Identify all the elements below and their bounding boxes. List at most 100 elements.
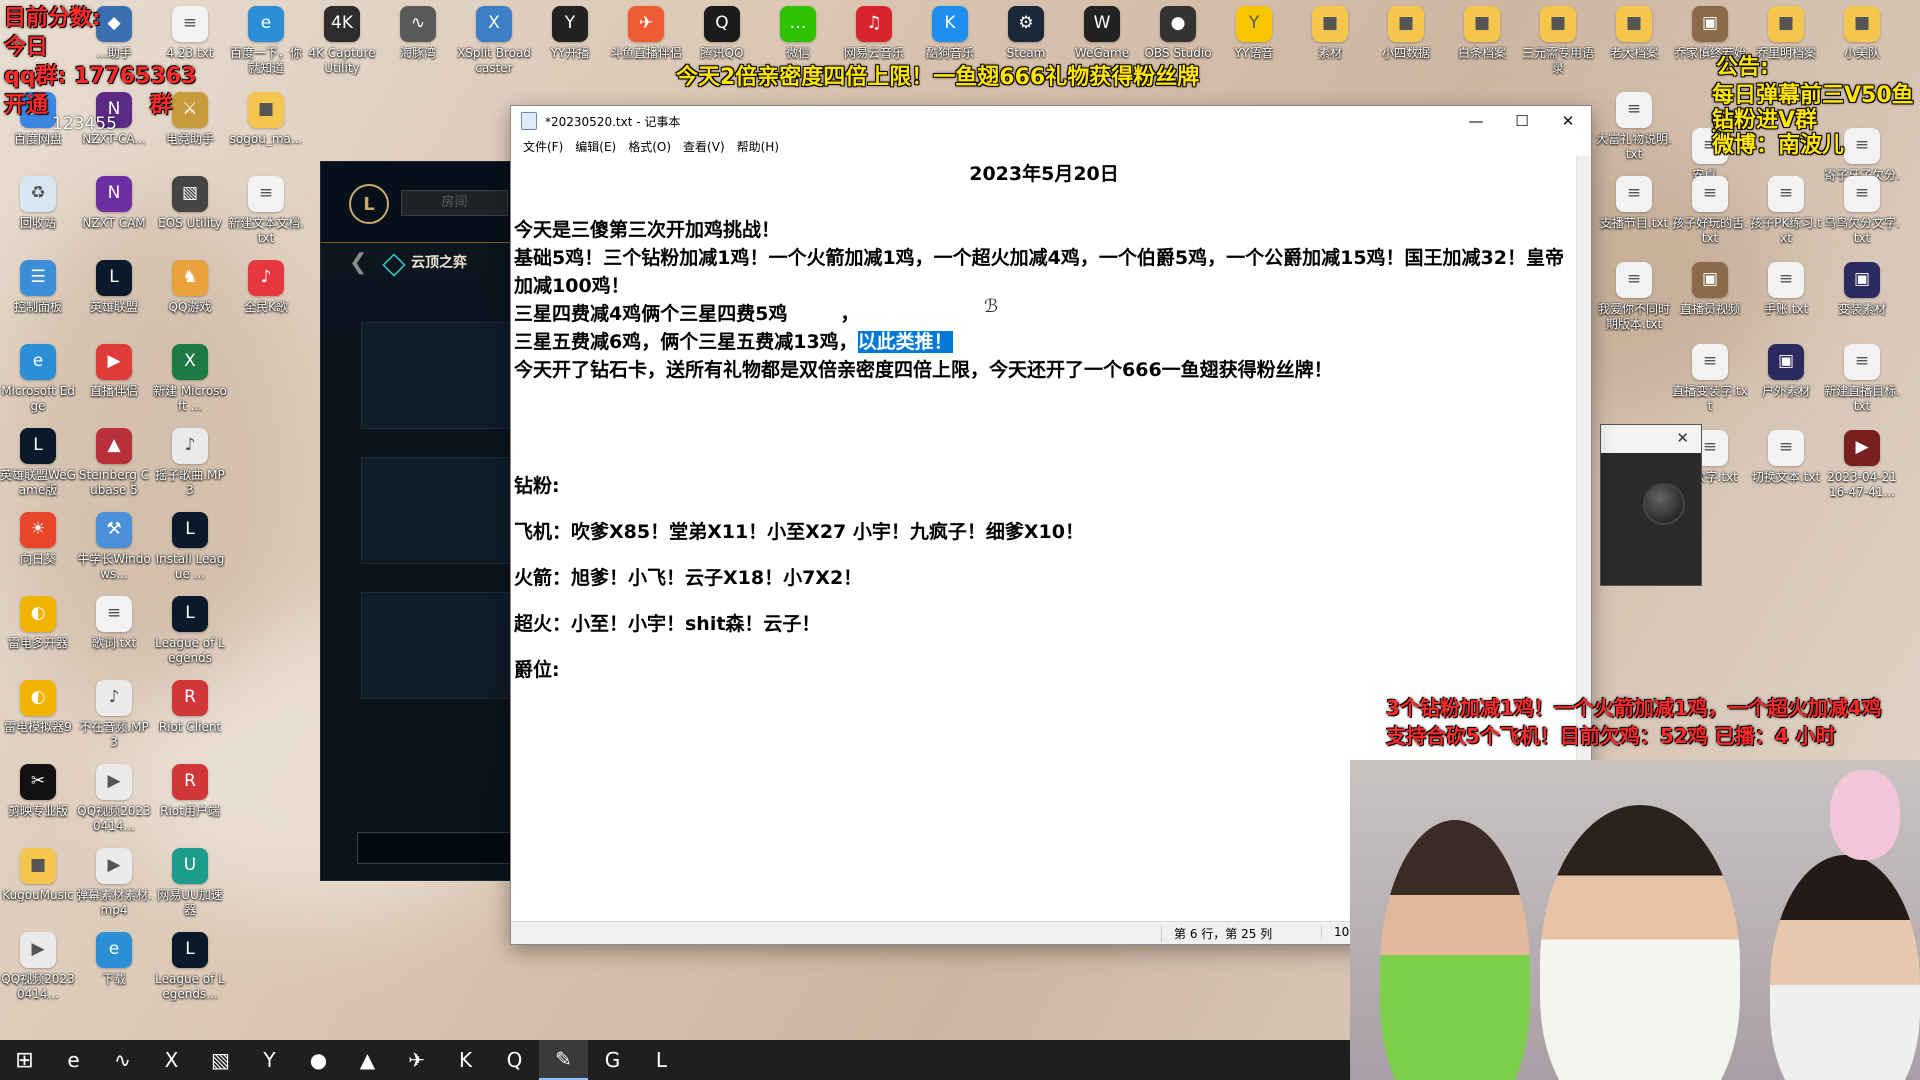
desktop-icon-left-15[interactable]: L 英雄联盟WeGame版 bbox=[0, 428, 76, 498]
desktop-icon-left-30[interactable]: ■ KugouMusic bbox=[0, 848, 76, 903]
edge-icon[interactable]: e bbox=[49, 1040, 98, 1080]
menu-edit[interactable]: 编辑(E) bbox=[569, 138, 622, 155]
desktop-icon-right-11[interactable]: ≡ 直播变装字.txt bbox=[1672, 344, 1748, 414]
desktop-icon-left-20[interactable]: L Install League ... bbox=[152, 512, 228, 582]
desktop-icon-top-1[interactable]: ≡ 4.23.txt bbox=[152, 6, 228, 61]
desktop-icon-left-13[interactable]: ▶ 直播伴侣 bbox=[76, 344, 152, 399]
desktop-icon-top-11[interactable]: K 酷狗音乐 bbox=[912, 6, 988, 61]
desktop-icon-top-4[interactable]: ∿ 海豚湾 bbox=[380, 6, 456, 61]
desktop-icon-left-31[interactable]: ▶ 弹幕素材素材.mp4 bbox=[76, 848, 152, 918]
desktop-icon-top-5[interactable]: X XSplit Broadcaster bbox=[456, 6, 532, 76]
desktop-icon-left-17[interactable]: ♪ 摇子歌曲.MP3 bbox=[152, 428, 228, 498]
desktop-icon-left-27[interactable]: ✂ 剪映专业版 bbox=[0, 764, 76, 819]
desktop-icon-right-7[interactable]: ≡ 我爱你不同时期版本.txt bbox=[1596, 262, 1672, 332]
desktop-icon-right-15[interactable]: ≡ 切换文本.txt bbox=[1748, 430, 1824, 485]
volume-knob[interactable] bbox=[1643, 483, 1685, 525]
desktop-icon-right-10[interactable]: ▣ 变装素材 bbox=[1824, 262, 1900, 317]
text-selection[interactable]: 以此类推！ bbox=[857, 331, 953, 353]
desktop-icon-top-15[interactable]: Y YY语音 bbox=[1216, 6, 1292, 61]
desktop-icon-right-0[interactable]: ≡ 大富礼物说明.txt bbox=[1596, 92, 1672, 162]
desktop-icon-left-8[interactable]: ☰ 控制面板 bbox=[0, 260, 76, 315]
desktop-icon-left-16[interactable]: ▲ Steinberg Cubase 5 bbox=[76, 428, 152, 498]
desktop-icon-top-10[interactable]: ♫ 网易云音乐 bbox=[836, 6, 912, 61]
desktop-icon-top-22[interactable]: ■ 乔里明档案 bbox=[1748, 6, 1824, 61]
desktop-icon-left-12[interactable]: e Microsoft Edge bbox=[0, 344, 76, 414]
desktop-icon-left-25[interactable]: ♪ 不在音频.MP3 bbox=[76, 680, 152, 750]
desktop-icon-top-16[interactable]: ■ 素材 bbox=[1292, 6, 1368, 61]
menu-file[interactable]: 文件(F) bbox=[517, 138, 569, 155]
desktop-icon-top-7[interactable]: ✈ 斗鱼直播伴侣 bbox=[608, 6, 684, 61]
desktop-icon-left-23[interactable]: L League of Legends bbox=[152, 596, 228, 666]
desktop-icon-right-13[interactable]: ≡ 新建直播目标.txt bbox=[1824, 344, 1900, 414]
audio-mixer-window[interactable]: ✕ bbox=[1600, 424, 1702, 586]
desktop-icon-left-32[interactable]: U 网易UU加速器 bbox=[152, 848, 228, 918]
lol-logo-icon[interactable]: L bbox=[349, 184, 389, 224]
minimize-button[interactable]: — bbox=[1453, 106, 1499, 136]
lol-lobby-slot[interactable] bbox=[361, 592, 513, 699]
desktop-icon-top-6[interactable]: Y YY开播 bbox=[532, 6, 608, 61]
kugou-icon[interactable]: K bbox=[441, 1040, 490, 1080]
yy-live-icon[interactable]: Y bbox=[245, 1040, 294, 1080]
desktop-icon-top-3[interactable]: 4K 4K Capture Utility bbox=[304, 6, 380, 76]
desktop-icon-left-7[interactable]: ≡ 新建文本文档.txt bbox=[228, 176, 304, 246]
desktop-icon-left-28[interactable]: ▶ QQ视频20230414... bbox=[76, 764, 152, 834]
maximize-button[interactable]: ☐ bbox=[1499, 106, 1545, 136]
desktop-icon-left-29[interactable]: R Riot用户端 bbox=[152, 764, 228, 819]
desktop-icon-top-19[interactable]: ■ 三元需专用语录 bbox=[1520, 6, 1596, 76]
desktop-icon-left-24[interactable]: ◐ 雷电模拟器9 bbox=[0, 680, 76, 735]
desktop-icon-left-6[interactable]: ▧ EOS Utility bbox=[152, 176, 228, 231]
desktop-icon-left-35[interactable]: L League of Legends... bbox=[152, 932, 228, 1002]
qq-icon[interactable]: Q bbox=[490, 1040, 539, 1080]
desktop-icon-left-14[interactable]: X 新建 Microsoft ... bbox=[152, 344, 228, 414]
desktop-icon-top-13[interactable]: W WeGame bbox=[1064, 6, 1140, 61]
desktop-icon-top-12[interactable]: ⚙ Steam bbox=[988, 6, 1064, 61]
obs-icon[interactable]: ● bbox=[294, 1040, 343, 1080]
notepad-icon[interactable]: ✎ bbox=[539, 1040, 588, 1080]
lol-lobby-slot[interactable] bbox=[361, 322, 513, 429]
menu-view[interactable]: 查看(V) bbox=[677, 138, 731, 155]
desktop-icon-top-9[interactable]: … 微信 bbox=[760, 6, 836, 61]
desktop-icon-left-19[interactable]: ⚒ 牛学长Windows... bbox=[76, 512, 152, 582]
lol-icon[interactable]: L bbox=[637, 1040, 686, 1080]
desktop-icon-left-26[interactable]: R Riot Client bbox=[152, 680, 228, 735]
desktop-icon-left-9[interactable]: L 英雄联盟 bbox=[76, 260, 152, 315]
desktop-icon-left-5[interactable]: N NZXT CAM bbox=[76, 176, 152, 231]
desktop-icon-top-21[interactable]: ▣ 乔家慎终若始 bbox=[1672, 6, 1748, 61]
desktop-icon-left-10[interactable]: ♞ QQ游戏 bbox=[152, 260, 228, 315]
desktop-icon-right-5[interactable]: ≡ 孩子PK练习.txt bbox=[1748, 176, 1824, 246]
lol-room-field[interactable]: 房间 bbox=[401, 190, 508, 216]
back-arrow-icon[interactable]: ❮ bbox=[349, 250, 367, 275]
desktop-icon-left-3[interactable]: ■ sogou_ma... bbox=[228, 92, 304, 147]
desktop-icon-left-21[interactable]: ◐ 雷电多开器 bbox=[0, 596, 76, 651]
desktop-icon-left-11[interactable]: ♪ 全民K歌 bbox=[228, 260, 304, 315]
desktop-icon-right-3[interactable]: ≡ 支播节目.txt bbox=[1596, 176, 1672, 231]
start-icon[interactable]: ⊞ bbox=[0, 1040, 49, 1080]
lol-client-window[interactable]: L 房间 ❮ 云顶之弈 bbox=[320, 161, 513, 881]
desktop-icon-left-33[interactable]: ▶ QQ视频20230414... bbox=[0, 932, 76, 1002]
xsplit-icon[interactable]: X bbox=[147, 1040, 196, 1080]
desktop-icon-top-17[interactable]: ■ 小四数据 bbox=[1368, 6, 1444, 61]
desktop-icon-top-8[interactable]: Q 腾讯QQ bbox=[684, 6, 760, 61]
notepad-titlebar[interactable]: *20230520.txt - 记事本 — ☐ ✕ bbox=[511, 106, 1591, 136]
desktop-icon-right-16[interactable]: ▶ 2023-04-21 16-47-41... bbox=[1824, 430, 1900, 500]
desktop-icon-top-23[interactable]: ■ 小美队 bbox=[1824, 6, 1900, 61]
close-icon[interactable]: ✕ bbox=[1676, 429, 1689, 447]
garena-icon[interactable]: G bbox=[588, 1040, 637, 1080]
eos-icon[interactable]: ▧ bbox=[196, 1040, 245, 1080]
desktop-icon-right-4[interactable]: ≡ 孩子好玩的舌.txt bbox=[1672, 176, 1748, 246]
desktop-icon-top-14[interactable]: ● OBS Studio bbox=[1140, 6, 1216, 61]
dolphin-icon[interactable]: ∿ bbox=[98, 1040, 147, 1080]
menu-help[interactable]: 帮助(H) bbox=[731, 138, 785, 155]
desktop-icon-right-9[interactable]: ≡ 手账.txt bbox=[1748, 262, 1824, 317]
desktop-icon-right-6[interactable]: ≡ 乌鸟欠分文字.txt bbox=[1824, 176, 1900, 246]
desktop-icon-top-2[interactable]: e 百度一下，你就知道 bbox=[228, 6, 304, 76]
desktop-icon-right-12[interactable]: ▣ 户外素材 bbox=[1748, 344, 1824, 399]
desktop-icon-right-8[interactable]: ▣ 直播员视频 bbox=[1672, 262, 1748, 317]
desktop-icon-left-18[interactable]: ☀ 向日葵 bbox=[0, 512, 76, 567]
close-button[interactable]: ✕ bbox=[1545, 106, 1591, 136]
lol-chat-input[interactable] bbox=[357, 832, 513, 864]
menu-format[interactable]: 格式(O) bbox=[622, 138, 677, 155]
desktop-icon-top-20[interactable]: ■ 老大档案 bbox=[1596, 6, 1672, 61]
lol-lobby-slot[interactable] bbox=[361, 457, 513, 564]
desktop-icon-left-34[interactable]: e 下载 bbox=[76, 932, 152, 987]
